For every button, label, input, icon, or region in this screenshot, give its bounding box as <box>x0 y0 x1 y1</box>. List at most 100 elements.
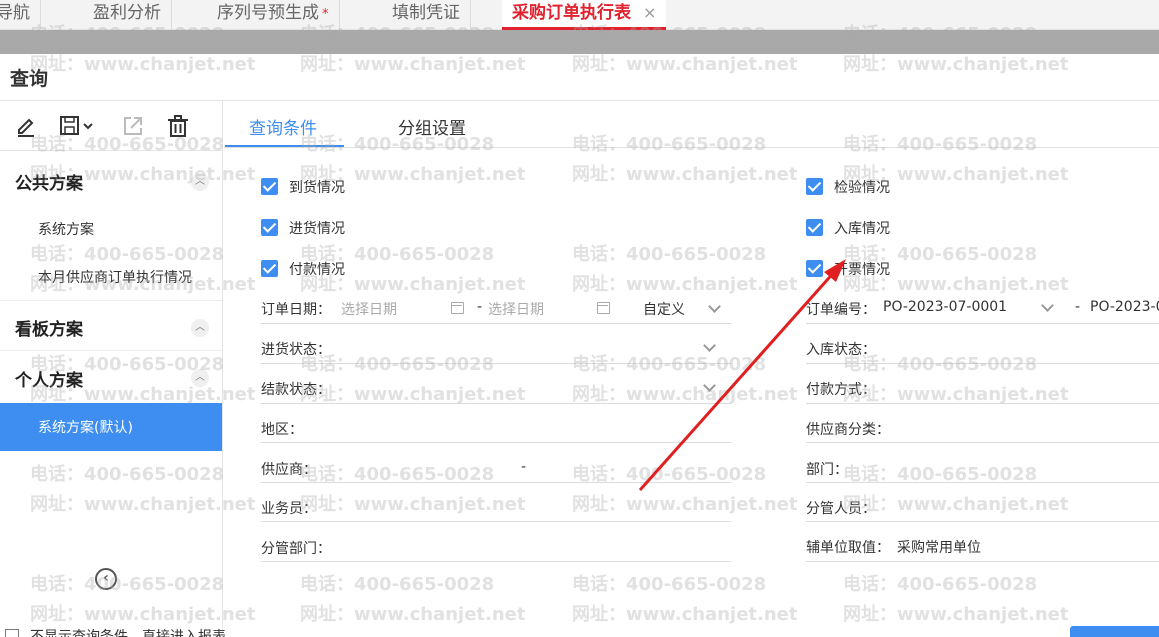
divider <box>806 561 1159 562</box>
divider <box>224 147 1159 148</box>
supplier-label: 供应商： <box>261 462 317 478</box>
region-label: 地区： <box>261 422 303 438</box>
delete-icon[interactable] <box>165 113 191 139</box>
payment-checkbox[interactable] <box>261 260 278 277</box>
save-icon[interactable] <box>58 113 96 139</box>
public-scheme-heading: 公共方案 <box>15 174 83 194</box>
order-date-label: 订单日期： <box>261 302 331 318</box>
order-no-separator: - <box>1075 299 1081 315</box>
region-input[interactable] <box>261 442 731 443</box>
watermark-phone: 电话：400-665-0028 <box>572 244 767 265</box>
tab-profit-analysis[interactable]: 盈利分析 <box>83 0 172 30</box>
watermark-phone: 电话：400-665-0028 <box>572 134 767 155</box>
pay-method-label: 付款方式： <box>806 382 876 398</box>
pay-method-select[interactable] <box>806 403 1159 404</box>
department-input[interactable] <box>806 482 1159 483</box>
manager-input[interactable] <box>806 521 1159 522</box>
tab-navigation[interactable]: 导航 <box>0 0 41 30</box>
date-mode-select[interactable]: 自定义 <box>643 299 685 319</box>
divider <box>261 323 731 324</box>
modified-mark: * <box>322 7 329 22</box>
supplier-input[interactable] <box>261 482 731 483</box>
watermark-site: 网址：www.chanjet.net <box>572 604 798 625</box>
settle-status-select[interactable] <box>261 403 731 404</box>
watermark-phone: 电话：400-665-0028 <box>843 574 1038 595</box>
arrival-checkbox[interactable] <box>261 178 278 195</box>
tab-group-settings[interactable]: 分组设置 <box>398 114 466 139</box>
watermark-site: 网址：www.chanjet.net <box>572 494 798 515</box>
stock-status-label: 入库状态： <box>806 342 876 358</box>
order-no-label: 订单编号： <box>806 302 876 318</box>
watermark-phone: 电话：400-665-0028 <box>572 574 767 595</box>
divider <box>806 323 1159 324</box>
checkbox-label: 到货情况 <box>289 180 345 196</box>
divider <box>0 350 222 351</box>
collapse-up-icon[interactable]: ︿ <box>191 319 209 337</box>
scheme-item-default-selected[interactable]: 系统方案(默认) <box>0 403 222 451</box>
manager-label: 分管人员： <box>806 501 876 517</box>
watermark-phone: 电话：400-665-0028 <box>843 134 1038 155</box>
watermark-phone: 电话：400-665-0028 <box>300 574 495 595</box>
export-icon[interactable] <box>120 113 146 139</box>
tab-fill-voucher[interactable]: 填制凭证 <box>382 0 471 30</box>
chevron-down-icon[interactable] <box>1041 299 1054 312</box>
chevron-down-icon[interactable] <box>703 379 716 392</box>
scheme-item-label: 系统方案(默认) <box>38 420 133 436</box>
skip-query-label: 不显示查询条件，直接进入报表 <box>30 629 226 637</box>
tab-label: 导航 <box>0 3 30 23</box>
watermark-site: 网址：www.chanjet.net <box>572 164 798 185</box>
date-start-input[interactable]: 选择日期 <box>341 299 397 319</box>
calendar-icon[interactable] <box>451 302 464 314</box>
personal-scheme-heading: 个人方案 <box>15 371 83 391</box>
purchase-status-select[interactable] <box>261 363 731 364</box>
purchase-checkbox[interactable] <box>261 219 278 236</box>
edit-icon[interactable] <box>13 113 39 139</box>
supplier-category-input[interactable] <box>806 442 1159 443</box>
date-separator: - <box>477 299 483 315</box>
scheme-item-system[interactable]: 系统方案 <box>38 219 94 239</box>
aux-unit-select[interactable]: 采购常用单位 <box>897 537 981 557</box>
aux-unit-label: 辅单位取值： <box>806 540 890 556</box>
tab-label: 盈利分析 <box>93 3 161 23</box>
order-no-from-select[interactable]: PO-2023-07-0001 <box>883 299 1007 315</box>
checkbox-label: 开票情况 <box>834 262 890 278</box>
tab-serial-pregen[interactable]: 序列号预生成 * <box>207 0 340 30</box>
invoice-checkbox[interactable] <box>806 260 823 277</box>
tab-label: 采购订单执行表 <box>512 3 631 23</box>
checkbox-label: 付款情况 <box>289 262 345 278</box>
confirm-button[interactable] <box>1070 626 1159 637</box>
chevron-down-icon[interactable] <box>708 300 721 313</box>
salesman-input[interactable] <box>261 521 731 522</box>
collapse-up-icon[interactable]: ︿ <box>191 369 209 387</box>
order-no-to-select[interactable]: PO-2023-0 <box>1090 299 1159 315</box>
checkbox-label: 检验情况 <box>834 180 890 196</box>
scheme-toolbar <box>0 101 223 151</box>
stock-status-select[interactable] <box>806 363 1159 364</box>
checkbox-label: 入库情况 <box>834 221 890 237</box>
watermark-site: 网址：www.chanjet.net <box>300 604 526 625</box>
salesman-label: 业务员： <box>261 501 317 517</box>
tab-purchase-order-report[interactable]: 采购订单执行表 × <box>502 0 667 30</box>
calendar-icon[interactable] <box>597 302 610 314</box>
supplier-separator: - <box>521 459 527 475</box>
modal-overlay-band <box>0 30 1159 54</box>
close-icon[interactable]: × <box>643 3 656 22</box>
department-label: 部门： <box>806 462 848 478</box>
collapse-left-icon[interactable]: ‹ <box>95 568 117 590</box>
checkbox-label: 进货情况 <box>289 221 345 237</box>
scheme-panel: 公共方案 ︿ 系统方案 本月供应商订单执行情况 看板方案 ︿ 个人方案 ︿ 系统… <box>0 101 223 637</box>
stock-in-checkbox[interactable] <box>806 219 823 236</box>
watermark-site: 网址：www.chanjet.net <box>843 494 1069 515</box>
tab-query-conditions[interactable]: 查询条件 <box>249 114 317 139</box>
watermark-site: 网址：www.chanjet.net <box>572 274 798 295</box>
skip-query-checkbox[interactable] <box>5 629 19 637</box>
managed-dept-input[interactable] <box>261 561 731 562</box>
top-tab-bar: 导航 盈利分析 序列号预生成 * 填制凭证 采购订单执行表 × <box>0 0 1159 30</box>
collapse-up-icon[interactable]: ︿ <box>191 173 209 191</box>
chevron-down-icon[interactable] <box>703 339 716 352</box>
board-scheme-heading: 看板方案 <box>15 320 83 340</box>
date-end-input[interactable]: 选择日期 <box>488 299 544 319</box>
scheme-item-monthly-supplier[interactable]: 本月供应商订单执行情况 <box>38 267 192 287</box>
settle-status-label: 结款状态： <box>261 382 331 398</box>
inspection-checkbox[interactable] <box>806 178 823 195</box>
